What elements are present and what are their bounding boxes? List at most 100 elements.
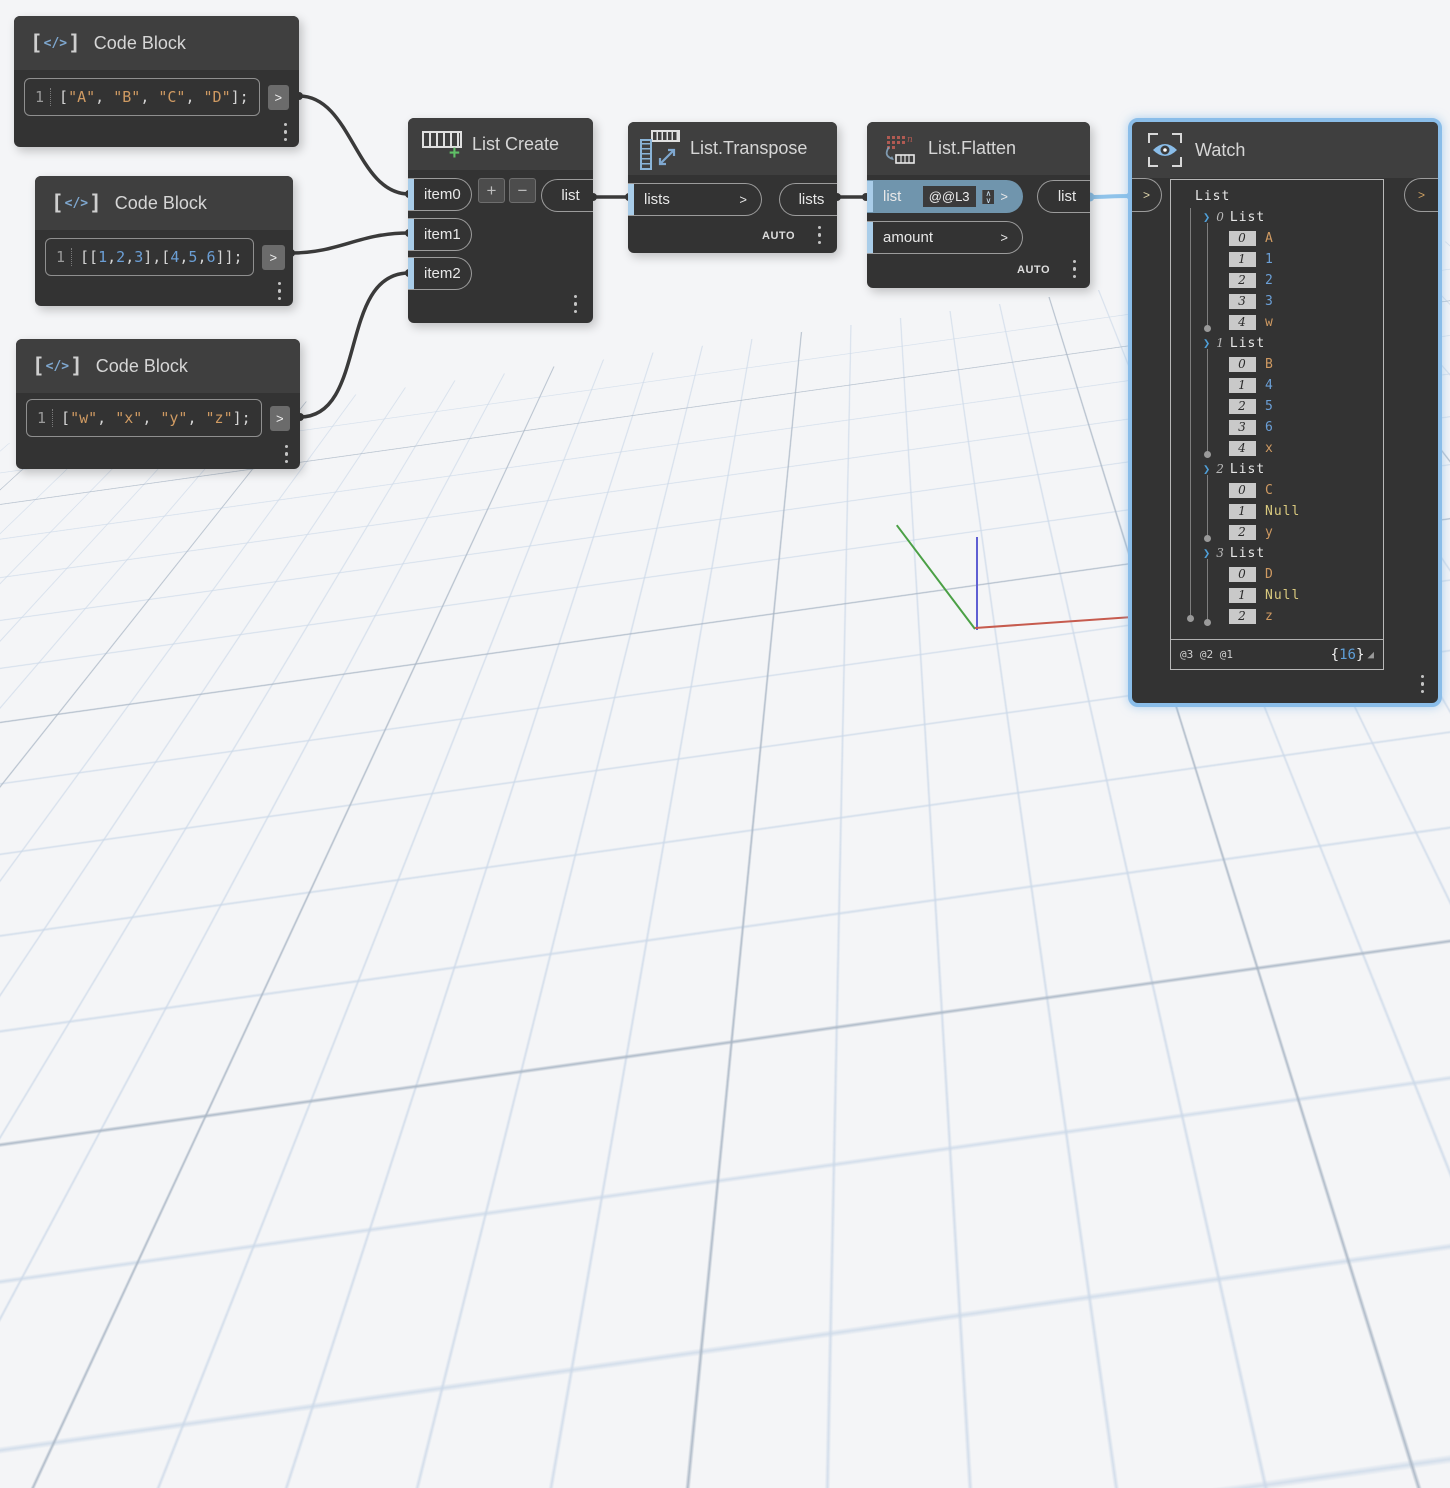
- node-title: Code Block: [95, 355, 188, 376]
- watch-group-header: ❯ 1 List: [1203, 333, 1383, 354]
- chevron-right-icon: >: [1000, 189, 1008, 204]
- watch-item: 4w: [1229, 312, 1383, 333]
- port-marker: [408, 179, 414, 210]
- watch-item: 1 Null: [1229, 501, 1383, 522]
- context-menu-icon[interactable]: [1420, 674, 1424, 693]
- context-menu-icon[interactable]: [284, 444, 288, 463]
- output-port-button[interactable]: >: [261, 244, 285, 270]
- tree-guide-line: [1204, 349, 1211, 458]
- node-title: Code Block: [114, 192, 207, 213]
- input-port-amount[interactable]: amount >: [867, 221, 1023, 254]
- item-value: D: [1265, 567, 1274, 582]
- code-text: [[1,2,3],[4,5,6]];: [80, 248, 243, 266]
- watch-output-port[interactable]: >: [1404, 178, 1438, 212]
- item-count: { 16 } ◢: [1331, 647, 1374, 663]
- input-port-list[interactable]: list @@L3 ∧ ∨ >: [867, 180, 1023, 213]
- wire-codeblock2-to-item1[interactable]: [287, 229, 413, 257]
- watch-item: 2y: [1229, 522, 1383, 543]
- wire-codeblock3-to-item2[interactable]: [296, 269, 413, 421]
- watch-item: 0C: [1229, 480, 1383, 501]
- code-editor[interactable]: 1 ["A", "B", "C", "D"];: [24, 78, 260, 116]
- context-menu-icon[interactable]: [573, 294, 577, 313]
- wire-codeblock1-to-item0[interactable]: [295, 92, 413, 198]
- node-title: List.Transpose: [690, 138, 808, 158]
- node-header[interactable]: List.Transpose: [628, 122, 837, 175]
- code-token-punct: ,: [187, 409, 206, 427]
- list-level-badge[interactable]: @@L3: [922, 186, 976, 207]
- chevron-down-icon[interactable]: ∨: [986, 196, 992, 204]
- item-index-badge: 0: [1229, 231, 1256, 246]
- wire-transpose-to-flatten[interactable]: [833, 193, 870, 201]
- output-port-lists[interactable]: lists: [779, 183, 837, 216]
- output-port-list[interactable]: list: [541, 179, 593, 212]
- node-header[interactable]: [</>] Code Block: [14, 16, 299, 70]
- watch-item: 0A: [1229, 228, 1383, 249]
- code-editor[interactable]: 1 ["w", "x", "y", "z"];: [26, 399, 262, 437]
- line-number: 1: [56, 248, 73, 266]
- node-header[interactable]: n List.Flatten: [867, 122, 1090, 175]
- watch-tree: List ❯ 0 List 0 A 1 1 2 2 3 3 4 w ❯ 1 List 0 B 1 4 2 5 3 6 4 x ❯ 2 L…: [1171, 180, 1383, 639]
- watch-item: 11: [1229, 249, 1383, 270]
- port-label: item1: [424, 226, 461, 243]
- code-token-number: 1: [98, 248, 108, 266]
- port-label: lists: [798, 191, 825, 208]
- watch-group: ❯ 1 List 0 B 1 4 2 5 3 6 4 x: [1195, 333, 1383, 459]
- group-label: List: [1229, 210, 1266, 225]
- context-menu-icon[interactable]: [283, 122, 287, 141]
- code-token-punct: ];: [230, 88, 249, 106]
- watch-group-header: ❯ 0 List: [1203, 207, 1383, 228]
- item-index-badge: 4: [1229, 315, 1256, 330]
- input-port-item0[interactable]: item0: [408, 178, 472, 211]
- node-header[interactable]: Watch: [1132, 122, 1438, 178]
- watch-input-port[interactable]: >: [1132, 178, 1162, 212]
- list-create-node: + List Create item0 item1 item2 + − list: [408, 118, 593, 323]
- node-title: List Create: [472, 133, 560, 154]
- node-title: Watch: [1195, 139, 1246, 160]
- watch-item: 33: [1229, 291, 1383, 312]
- resize-grip[interactable]: ◢: [1367, 648, 1374, 661]
- code-token-punct: ,: [95, 88, 114, 106]
- item-value: 1: [1265, 252, 1274, 267]
- port-label: list: [883, 188, 902, 205]
- code-editor[interactable]: 1 [[1,2,3],[4,5,6]];: [45, 238, 254, 276]
- output-port-button[interactable]: >: [269, 405, 290, 431]
- node-header[interactable]: [</>] Code Block: [35, 176, 293, 230]
- watch-item: 2z: [1229, 606, 1383, 627]
- context-menu-icon[interactable]: [817, 225, 821, 244]
- output-port-list[interactable]: list: [1037, 180, 1090, 213]
- remove-input-button[interactable]: −: [509, 178, 536, 203]
- node-header[interactable]: + List Create: [408, 118, 593, 170]
- wire-listcreate-to-transpose[interactable]: [589, 193, 633, 201]
- port-marker: [867, 222, 873, 253]
- watch-root-row: List: [1195, 186, 1383, 207]
- code-token-punct: ,: [97, 409, 116, 427]
- svg-text:n: n: [907, 135, 913, 145]
- item-value: C: [1265, 483, 1274, 498]
- group-index: 0: [1216, 210, 1225, 224]
- item-value: 4: [1265, 378, 1274, 393]
- list-transpose-icon: [640, 129, 680, 170]
- item-value: A: [1265, 231, 1274, 246]
- code-token-punct: [[: [80, 248, 99, 266]
- item-value: 2: [1265, 273, 1274, 288]
- item-index-badge: 0: [1229, 567, 1256, 582]
- item-value: y: [1265, 525, 1274, 540]
- add-input-button[interactable]: +: [478, 178, 505, 203]
- tree-guide-line: [1204, 559, 1211, 626]
- watch-item: 1 Null: [1229, 585, 1383, 606]
- watch-tree-groups: ❯ 0 List 0 A 1 1 2 2 3 3 4 w ❯ 1 List 0 B 1 4 2 5 3 6 4 x ❯ 2 List 0 C…: [1195, 207, 1383, 627]
- output-port-button[interactable]: >: [267, 84, 289, 110]
- chevron-right-icon: >: [1417, 188, 1425, 202]
- node-header[interactable]: [</>] Code Block: [16, 339, 300, 393]
- context-menu-icon[interactable]: [277, 281, 281, 300]
- watch-group-header: ❯ 2 List: [1203, 459, 1383, 480]
- input-port-item2[interactable]: item2: [408, 257, 472, 290]
- level-spinner[interactable]: ∧ ∨: [981, 189, 995, 204]
- context-menu-icon[interactable]: [1072, 259, 1076, 278]
- item-value: Null: [1265, 588, 1301, 603]
- input-port-lists[interactable]: lists >: [628, 183, 762, 216]
- dynamo-canvas[interactable]: { "canvas": { "background": "#f4f5f7", "…: [0, 0, 1450, 1488]
- watch-node: Watch > > List ❯ 0 List 0 A 1 1 2 2 3 3 4 w ❯ 1 List 0 B 1…: [1128, 118, 1442, 707]
- port-label: lists: [644, 191, 670, 208]
- input-port-item1[interactable]: item1: [408, 218, 472, 251]
